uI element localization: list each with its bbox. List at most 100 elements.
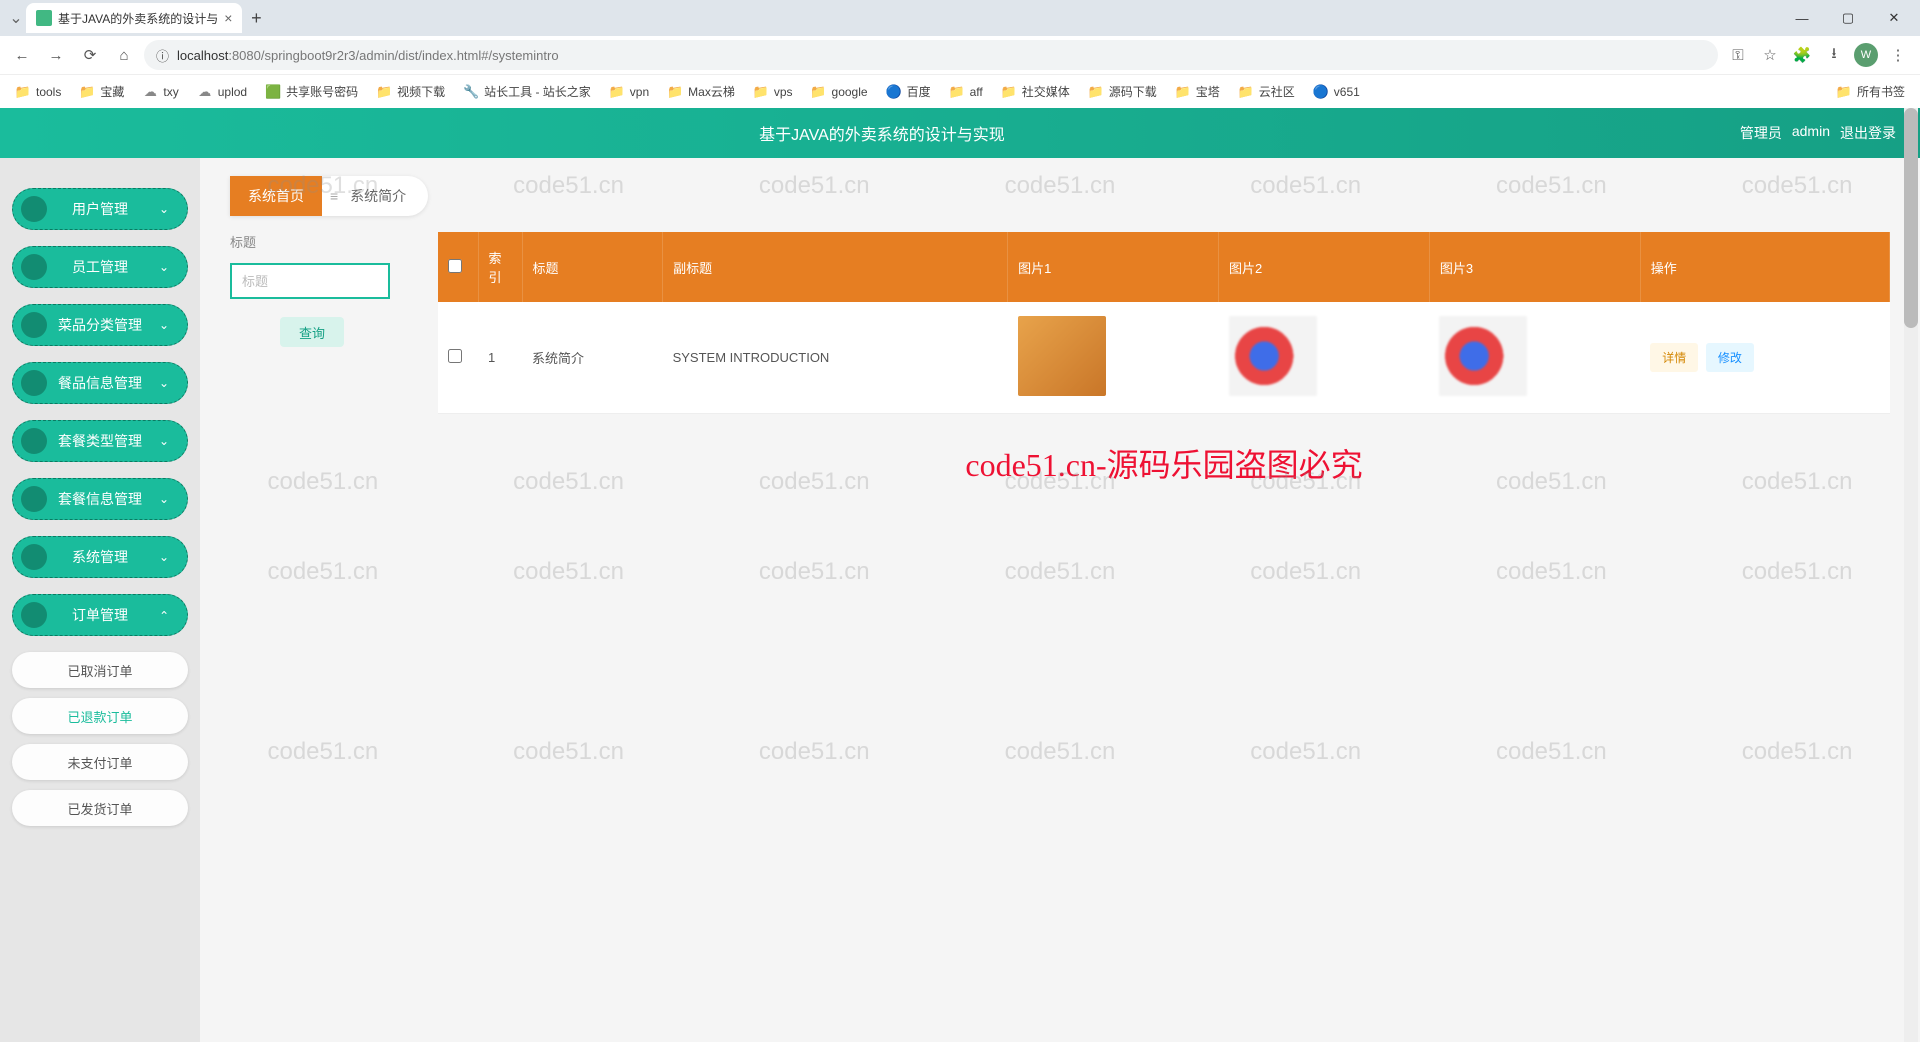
forward-icon[interactable]: → bbox=[42, 41, 70, 69]
sidebar-item[interactable]: 餐品信息管理⌄ bbox=[12, 362, 188, 404]
sidebar-subitem[interactable]: 未支付订单 bbox=[12, 744, 188, 780]
all-bookmarks[interactable]: 📁所有书签 bbox=[1829, 80, 1912, 103]
user-name[interactable]: admin bbox=[1792, 123, 1830, 143]
row-checkbox[interactable] bbox=[448, 349, 462, 363]
bookmark-label: txy bbox=[163, 85, 178, 99]
browser-tab[interactable]: 基于JAVA的外卖系统的设计与 × bbox=[26, 3, 242, 33]
sidebar-item[interactable]: 系统管理⌄ bbox=[12, 536, 188, 578]
bookmark-icon: 📁 bbox=[1088, 84, 1104, 100]
sidebar-item[interactable]: 用户管理⌄ bbox=[12, 188, 188, 230]
menu-icon[interactable]: ⋮ bbox=[1884, 41, 1912, 69]
bookmark-label: 宝藏 bbox=[100, 83, 124, 100]
table-header: 图片1 bbox=[1008, 232, 1219, 302]
bookmark-label: vpn bbox=[630, 85, 649, 99]
image-thumbnail-3[interactable] bbox=[1439, 316, 1527, 396]
chevron-down-icon: ⌄ bbox=[159, 608, 169, 622]
sidebar-item[interactable]: 订单管理⌄ bbox=[12, 594, 188, 636]
scrollbar-thumb[interactable] bbox=[1904, 108, 1918, 328]
bookmark-item[interactable]: 📁vps bbox=[746, 81, 800, 103]
app: 基于JAVA的外卖系统的设计与实现 管理员 admin 退出登录 用户管理⌄员工… bbox=[0, 108, 1920, 1042]
image-thumbnail-2[interactable] bbox=[1229, 316, 1317, 396]
bookmark-icon: 📁 bbox=[376, 84, 392, 100]
maximize-icon[interactable]: ▢ bbox=[1828, 4, 1868, 32]
bookmark-icon: 📁 bbox=[1238, 84, 1254, 100]
close-window-icon[interactable]: ✕ bbox=[1874, 4, 1914, 32]
sidebar-item[interactable]: 套餐信息管理⌄ bbox=[12, 478, 188, 520]
breadcrumb: 系统首页 ≡ 系统简介 bbox=[230, 176, 428, 216]
bookmark-label: tools bbox=[36, 85, 61, 99]
bookmark-item[interactable]: 📁 源码下载 bbox=[1081, 80, 1164, 103]
url-bar[interactable]: ⓘ localhost:8080/springboot9r2r3/admin/d… bbox=[144, 40, 1718, 70]
reload-icon[interactable]: ⟳ bbox=[76, 41, 104, 69]
bookmark-label: 云社区 bbox=[1259, 83, 1295, 100]
watermark: code51.cncode51.cncode51.cncode51.cncode… bbox=[200, 172, 1920, 200]
bookmark-item[interactable]: 📁社交媒体 bbox=[994, 80, 1077, 103]
image-thumbnail-1[interactable] bbox=[1018, 316, 1106, 396]
tab-title: 基于JAVA的外卖系统的设计与 bbox=[58, 10, 218, 27]
bookmark-label: 源码下载 bbox=[1109, 83, 1157, 100]
menu-dot-icon bbox=[21, 254, 47, 280]
sidebar-item[interactable]: 菜品分类管理⌄ bbox=[12, 304, 188, 346]
edit-button[interactable]: 修改 bbox=[1706, 343, 1754, 372]
back-icon[interactable]: ← bbox=[8, 41, 36, 69]
bookmark-icon: 📁 bbox=[609, 84, 625, 100]
bookmark-item[interactable]: 📁宝藏 bbox=[72, 80, 131, 103]
sidebar-item[interactable]: 员工管理⌄ bbox=[12, 246, 188, 288]
breadcrumb-home[interactable]: 系统首页 bbox=[230, 176, 322, 216]
bookmark-item[interactable]: ☁uplod bbox=[190, 81, 254, 103]
data-table: 索引标题副标题图片1图片2图片3操作 1 系统简介 SYSTEM INTRODU… bbox=[438, 232, 1890, 486]
bookmark-item[interactable]: 🔵v651 bbox=[1306, 81, 1367, 103]
site-info-icon[interactable]: ⓘ bbox=[156, 46, 169, 65]
browser-toolbar: ← → ⟳ ⌂ ⓘ localhost:8080/springboot9r2r3… bbox=[0, 36, 1920, 74]
password-icon[interactable]: ⚿ bbox=[1724, 41, 1752, 69]
detail-button[interactable]: 详情 bbox=[1650, 343, 1698, 372]
search-button[interactable]: 查询 bbox=[280, 317, 344, 347]
sidebar-subitem[interactable]: 已取消订单 bbox=[12, 652, 188, 688]
bookmark-item[interactable]: 📁 云社区 bbox=[1231, 80, 1302, 103]
bookmark-item[interactable]: 📁aff bbox=[942, 81, 990, 103]
bookmark-item[interactable]: 📁 vpn bbox=[602, 81, 656, 103]
cell-title: 系统简介 bbox=[522, 302, 663, 414]
sidebar-item-label: 餐品信息管理 bbox=[58, 373, 142, 393]
bookmark-item[interactable]: 🟩共享账号密码 bbox=[258, 80, 365, 103]
bookmark-label: google bbox=[832, 85, 868, 99]
bookmark-icon: 📁 bbox=[1175, 84, 1191, 100]
sidebar-item[interactable]: 套餐类型管理⌄ bbox=[12, 420, 188, 462]
download-icon[interactable]: ⭳ bbox=[1820, 41, 1848, 69]
tab-bar: ⌄ 基于JAVA的外卖系统的设计与 × + — ▢ ✕ bbox=[0, 0, 1920, 36]
bookmark-icon: 🔵 bbox=[1313, 84, 1329, 100]
scrollbar[interactable] bbox=[1904, 108, 1918, 1042]
table-header: 操作 bbox=[1640, 232, 1889, 302]
close-tab-icon[interactable]: × bbox=[224, 10, 232, 26]
bookmark-icon: 🔵 bbox=[886, 84, 902, 100]
bookmark-item[interactable]: 🔵百度 bbox=[879, 80, 938, 103]
search-input[interactable] bbox=[230, 263, 390, 299]
bookmark-item[interactable]: 📁Max云梯 bbox=[660, 80, 742, 103]
bookmark-item[interactable]: 🔧站长工具 - 站长之家 bbox=[456, 80, 598, 103]
logout-link[interactable]: 退出登录 bbox=[1840, 123, 1896, 143]
home-icon[interactable]: ⌂ bbox=[110, 41, 138, 69]
tab-dropdown-icon[interactable]: ⌄ bbox=[6, 8, 26, 28]
sidebar-subitem[interactable]: 已退款订单 bbox=[12, 698, 188, 734]
bookmark-item[interactable]: 📁视频下载 bbox=[369, 80, 452, 103]
bookmark-item[interactable]: 📁google bbox=[804, 81, 875, 103]
bookmark-icon[interactable]: ☆ bbox=[1756, 41, 1784, 69]
table-header: 索引 bbox=[478, 232, 522, 302]
menu-dot-icon bbox=[21, 312, 47, 338]
bookmark-item[interactable]: 📁tools bbox=[8, 81, 68, 103]
bookmark-label: uplod bbox=[218, 85, 247, 99]
bookmark-item[interactable]: 📁宝塔 bbox=[1168, 80, 1227, 103]
cell-subtitle: SYSTEM INTRODUCTION bbox=[663, 302, 1008, 414]
bookmark-label: aff bbox=[970, 85, 983, 99]
sidebar-subitem[interactable]: 已发货订单 bbox=[12, 790, 188, 826]
table-header: 图片2 bbox=[1219, 232, 1430, 302]
main-content: code51.cncode51.cncode51.cncode51.cncode… bbox=[200, 158, 1920, 1042]
bookmark-item[interactable]: ☁txy bbox=[135, 81, 185, 103]
new-tab-button[interactable]: + bbox=[242, 8, 270, 29]
select-all-checkbox[interactable] bbox=[448, 259, 462, 273]
minimize-icon[interactable]: — bbox=[1782, 4, 1822, 32]
table-header: 图片3 bbox=[1429, 232, 1640, 302]
extensions-icon[interactable]: 🧩 bbox=[1788, 41, 1816, 69]
profile-avatar[interactable]: W bbox=[1852, 41, 1880, 69]
sidebar-item-label: 菜品分类管理 bbox=[58, 315, 142, 335]
